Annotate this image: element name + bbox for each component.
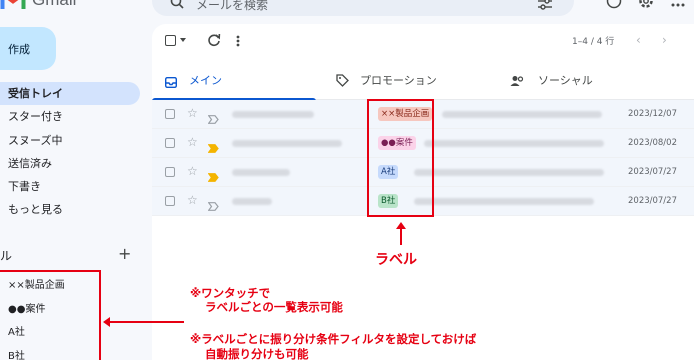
sidebar-nav: 受信トレイ スター付き スヌーズ中 送信済み 下書き もっと見る (0, 82, 140, 222)
sidebar-item-label: 下書き (8, 180, 41, 194)
select-all-checkbox[interactable] (165, 35, 176, 46)
importance-marker-icon[interactable] (207, 167, 219, 182)
sidebar-item-sent[interactable]: 送信済み (0, 152, 140, 175)
tab-label: プロモーション (360, 74, 437, 87)
blurred-sender (232, 111, 314, 118)
email-date: 2023/07/27 (628, 167, 677, 177)
email-checkbox[interactable] (165, 196, 175, 206)
blurred-sender (232, 169, 290, 176)
help-icon[interactable] (606, 0, 622, 9)
sidebar-item-label: スター付き (8, 110, 63, 124)
annotation-note-2-line-1: ※ラベルごとに振り分け条件フィルタを設定しておけば (190, 332, 477, 346)
email-checkbox[interactable] (165, 109, 175, 119)
refresh-icon[interactable] (207, 32, 221, 47)
email-checkbox[interactable] (165, 167, 175, 177)
sidebar-item-snoozed[interactable]: スヌーズ中 (0, 129, 140, 152)
sidebar-item-drafts[interactable]: 下書き (0, 175, 140, 198)
importance-marker-icon[interactable] (207, 196, 219, 211)
chevron-left-icon[interactable]: ‹ (636, 33, 641, 47)
category-tabs: メイン プロモーション ソーシャル (152, 62, 694, 101)
importance-marker-icon[interactable] (207, 109, 219, 124)
blurred-sender (232, 198, 272, 205)
sidebar-item-label: もっと見る (8, 203, 63, 217)
gmail-wordmark: Gmail (32, 0, 76, 10)
annotation-note-1-line-1: ※ワンタッチで (190, 286, 271, 300)
tab-promotions[interactable]: プロモーション (336, 62, 506, 100)
tag-icon (336, 72, 349, 91)
gmail-m-icon (0, 0, 26, 10)
star-icon[interactable]: ☆ (187, 193, 198, 207)
gmail-logo[interactable]: Gmail (0, 0, 76, 10)
add-label-button[interactable]: + (118, 244, 131, 263)
search-icon[interactable] (170, 0, 184, 9)
sidebar-item-starred[interactable]: スター付き (0, 105, 140, 128)
email-date: 2023/08/02 (628, 138, 677, 148)
annotation-box-sidebar-labels (0, 270, 101, 360)
blurred-subject (442, 111, 602, 118)
compose-button[interactable]: 作成 (0, 27, 56, 70)
annotation-label-caption: ラベル (375, 252, 417, 268)
filter-options-icon[interactable] (538, 0, 552, 10)
blurred-subject (414, 169, 604, 176)
more-vert-icon[interactable] (236, 33, 240, 47)
star-icon[interactable]: ☆ (187, 106, 198, 120)
annotation-note-2-line-2: 自動振り分けも可能 (205, 347, 309, 360)
star-icon[interactable]: ☆ (187, 135, 198, 149)
sidebar-item-label: 受信トレイ (8, 87, 63, 100)
people-icon (510, 72, 524, 91)
search-bar[interactable]: メールを検索 (152, 0, 574, 16)
labels-title: ル (0, 249, 13, 263)
sidebar-item-label: 送信済み (8, 156, 52, 170)
email-date: 2023/07/27 (628, 196, 677, 206)
annotation-box-label-chips (367, 99, 434, 217)
tab-label: ソーシャル (538, 74, 593, 87)
tab-social[interactable]: ソーシャル (510, 62, 680, 100)
compose-label: 作成 (8, 43, 30, 56)
annotation-note-1-line-2: ラベルごとの一覧表示可能 (205, 300, 343, 314)
inbox-icon (164, 73, 178, 92)
sidebar-item-inbox[interactable]: 受信トレイ (0, 82, 140, 106)
sidebar-item-more[interactable]: もっと見る (0, 198, 140, 221)
importance-marker-icon[interactable] (207, 138, 219, 153)
search-input[interactable]: メールを検索 (196, 0, 268, 13)
blurred-subject (414, 198, 594, 205)
annotation-arrow-left-line (108, 321, 184, 323)
chevron-right-icon[interactable]: › (662, 33, 667, 47)
tab-label: メイン (189, 74, 222, 87)
blurred-subject (424, 140, 604, 147)
star-icon[interactable]: ☆ (187, 164, 198, 178)
annotation-arrow-up-line (400, 226, 402, 245)
gmail-screen: Gmail メールを検索 作成 受信トレイ スター付き スヌーズ中 送信済み 下… (0, 0, 694, 360)
chevron-down-icon[interactable] (180, 38, 186, 42)
gear-icon[interactable] (638, 0, 654, 9)
tab-primary[interactable]: メイン (152, 62, 316, 101)
blurred-sender (232, 140, 342, 147)
email-checkbox[interactable] (165, 138, 175, 148)
mail-toolbar: 1–4 / 4 行 ‹ › (152, 24, 694, 58)
email-date: 2023/12/07 (628, 109, 677, 119)
top-bar: Gmail メールを検索 (0, 0, 694, 22)
pagination-info: 1–4 / 4 行 (572, 37, 615, 47)
sidebar-item-label: スヌーズ中 (8, 133, 63, 147)
labels-section-header: ル + (0, 244, 140, 266)
apps-icon[interactable] (670, 0, 686, 9)
